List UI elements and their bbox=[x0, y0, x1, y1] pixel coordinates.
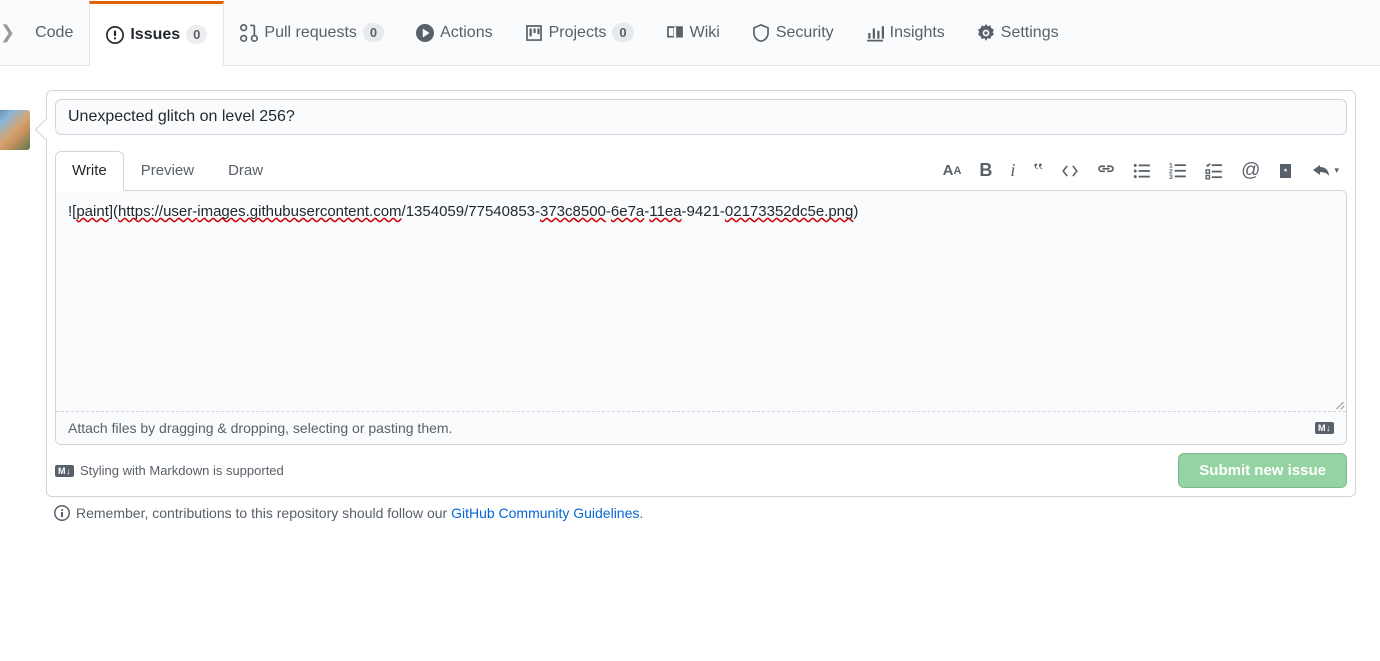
avatar[interactable] bbox=[0, 110, 30, 150]
attach-hint[interactable]: Attach files by dragging & dropping, sel… bbox=[56, 411, 1346, 444]
tab-insights-label: Insights bbox=[890, 24, 945, 42]
formatting-toolbar: AA B i ‟ 123 @ bbox=[943, 160, 1347, 182]
ordered-list-button[interactable]: 123 bbox=[1169, 162, 1187, 180]
tab-projects[interactable]: Projects 0 bbox=[509, 0, 650, 65]
comment-textarea[interactable]: ![paint](https://user-images.githubuserc… bbox=[56, 191, 1346, 411]
comment-body-wrap: ![paint](https://user-images.githubuserc… bbox=[55, 190, 1347, 445]
markdown-hint-text: Styling with Markdown is supported bbox=[80, 463, 284, 478]
tab-actions[interactable]: Actions bbox=[400, 0, 508, 65]
projects-count: 0 bbox=[612, 23, 633, 42]
svg-text:3: 3 bbox=[1169, 173, 1173, 179]
markdown-badge-icon: M↓ bbox=[55, 465, 74, 477]
unordered-list-button[interactable] bbox=[1133, 162, 1151, 180]
pulls-count: 0 bbox=[363, 23, 384, 42]
guidelines-link[interactable]: GitHub Community Guidelines bbox=[451, 505, 639, 521]
form-footer: M↓ Styling with Markdown is supported Su… bbox=[55, 453, 1347, 488]
heading-button[interactable]: AA bbox=[943, 162, 962, 179]
tab-preview[interactable]: Preview bbox=[124, 151, 211, 190]
tab-write[interactable]: Write bbox=[55, 151, 124, 191]
avatar-column bbox=[0, 90, 30, 529]
issues-count: 0 bbox=[186, 25, 207, 44]
resize-handle-icon[interactable] bbox=[1332, 397, 1344, 409]
editor-tabs: Write Preview Draw bbox=[55, 151, 280, 190]
guidelines-suffix: . bbox=[639, 505, 643, 521]
tab-issues-label: Issues bbox=[130, 26, 180, 44]
reply-button[interactable]: ▾ bbox=[1312, 163, 1339, 179]
code-button[interactable] bbox=[1061, 162, 1079, 180]
saved-replies-button[interactable] bbox=[1278, 163, 1294, 179]
guidelines-prefix: Remember, contributions to this reposito… bbox=[76, 505, 451, 521]
italic-button[interactable]: i bbox=[1010, 160, 1015, 181]
editor-tab-bar: Write Preview Draw AA B i ‟ bbox=[55, 151, 1347, 190]
link-button[interactable] bbox=[1097, 162, 1115, 180]
task-list-button[interactable] bbox=[1205, 162, 1223, 180]
chevron-left-icon: ❯ bbox=[0, 22, 19, 43]
tab-settings[interactable]: Settings bbox=[961, 0, 1075, 65]
bold-button[interactable]: B bbox=[979, 160, 992, 181]
tab-draw[interactable]: Draw bbox=[211, 151, 280, 190]
attach-hint-text: Attach files by dragging & dropping, sel… bbox=[68, 420, 452, 436]
repo-nav: ❯ Code Issues 0 Pull requests 0 Actions … bbox=[0, 0, 1380, 66]
info-icon bbox=[54, 505, 70, 521]
submit-new-issue-button[interactable]: Submit new issue bbox=[1178, 453, 1347, 488]
play-icon bbox=[416, 24, 434, 42]
tab-code[interactable]: Code bbox=[19, 0, 89, 65]
tab-security-label: Security bbox=[776, 24, 834, 42]
graph-icon bbox=[866, 24, 884, 42]
form-column: Write Preview Draw AA B i ‟ bbox=[46, 90, 1356, 529]
project-icon bbox=[525, 24, 543, 42]
tab-projects-label: Projects bbox=[549, 24, 607, 42]
book-icon bbox=[666, 24, 684, 42]
issue-opened-icon bbox=[106, 26, 124, 44]
gear-icon bbox=[977, 24, 995, 42]
issue-form: Write Preview Draw AA B i ‟ bbox=[46, 90, 1356, 497]
tab-settings-label: Settings bbox=[1001, 24, 1059, 42]
tab-pulls[interactable]: Pull requests 0 bbox=[224, 0, 400, 65]
tab-security[interactable]: Security bbox=[736, 0, 850, 65]
shield-icon bbox=[752, 24, 770, 42]
markdown-hint[interactable]: M↓ Styling with Markdown is supported bbox=[55, 463, 284, 478]
tab-insights[interactable]: Insights bbox=[850, 0, 961, 65]
tab-issues[interactable]: Issues 0 bbox=[89, 1, 224, 66]
quote-button[interactable]: ‟ bbox=[1033, 165, 1043, 176]
pull-request-icon bbox=[240, 24, 258, 42]
tab-code-label: Code bbox=[35, 24, 73, 42]
tab-wiki-label: Wiki bbox=[690, 24, 720, 42]
guidelines-notice: Remember, contributions to this reposito… bbox=[46, 497, 1356, 529]
issue-form-container: Write Preview Draw AA B i ‟ bbox=[0, 66, 1380, 553]
tab-actions-label: Actions bbox=[440, 24, 492, 42]
markdown-badge[interactable]: M↓ bbox=[1315, 422, 1334, 434]
tab-wiki[interactable]: Wiki bbox=[650, 0, 736, 65]
mention-button[interactable]: @ bbox=[1241, 160, 1260, 182]
tab-pulls-label: Pull requests bbox=[264, 24, 357, 42]
issue-title-input[interactable] bbox=[55, 99, 1347, 135]
